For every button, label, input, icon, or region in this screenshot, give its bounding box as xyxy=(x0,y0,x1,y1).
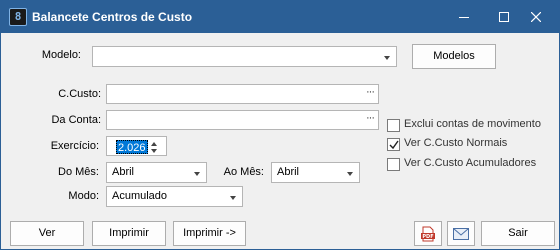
imprimir-para-button[interactable]: Imprimir -> xyxy=(173,221,246,246)
app-icon: 8 xyxy=(9,8,27,26)
chevron-down-icon xyxy=(230,196,236,200)
modelos-button[interactable]: Modelos xyxy=(412,44,496,69)
checkbox-box[interactable] xyxy=(387,138,400,151)
ao-mes-dropdown[interactable]: Abril xyxy=(271,162,360,183)
pdf-button[interactable]: PDF xyxy=(414,221,442,246)
da-conta-lookup-icon[interactable]: ··· xyxy=(366,112,375,124)
ccusto-field[interactable]: ··· xyxy=(106,84,379,104)
imprimir-button[interactable]: Imprimir xyxy=(92,221,166,246)
modo-value: Acumulado xyxy=(112,190,168,202)
ver-ccusto-acumuladores-label: Ver C.Custo Acumuladores xyxy=(404,157,537,169)
envelope-icon xyxy=(453,228,469,240)
modelo-dropdown[interactable] xyxy=(92,46,397,67)
pdf-icon: PDF xyxy=(421,226,435,242)
spin-down-icon[interactable] xyxy=(151,149,157,153)
ao-mes-label: Ao Mês: xyxy=(223,166,264,178)
exclui-contas-label: Exclui contas de movimento xyxy=(404,118,541,130)
do-mes-value: Abril xyxy=(112,166,135,178)
exclui-contas-checkbox[interactable]: Exclui contas de movimento xyxy=(387,118,557,134)
ao-mes-value: Abril xyxy=(277,166,300,178)
ver-ccusto-normais-checkbox[interactable]: Ver C.Custo Normais xyxy=(387,137,557,153)
maximize-icon xyxy=(499,12,509,22)
checkmark-icon xyxy=(389,140,399,150)
ver-button[interactable]: Ver xyxy=(10,221,84,246)
close-button[interactable] xyxy=(514,1,559,33)
chevron-down-icon xyxy=(194,172,200,176)
title-bar[interactable]: 8 Balancete Centros de Custo xyxy=(1,1,559,33)
exercicio-spinner[interactable]: 2.026 xyxy=(106,136,167,156)
ccusto-label: C.Custo: xyxy=(58,88,101,100)
close-icon xyxy=(531,12,541,22)
do-mes-dropdown[interactable]: Abril xyxy=(106,162,207,183)
balancete-window: 8 Balancete Centros de Custo Modelo: Mod… xyxy=(0,0,560,250)
ccusto-lookup-icon[interactable]: ··· xyxy=(366,86,375,98)
ver-ccusto-acumuladores-checkbox[interactable]: Ver C.Custo Acumuladores xyxy=(387,157,557,173)
modelo-label: Modelo: xyxy=(41,49,81,61)
exercicio-value[interactable]: 2.026 xyxy=(116,140,148,154)
svg-text:PDF: PDF xyxy=(422,234,433,240)
minimize-button[interactable] xyxy=(441,1,486,33)
chevron-down-icon xyxy=(347,172,353,176)
email-button[interactable] xyxy=(447,221,475,246)
spin-up-icon[interactable] xyxy=(151,142,157,146)
exercicio-label: Exercício: xyxy=(50,140,99,152)
modo-dropdown[interactable]: Acumulado xyxy=(106,186,243,207)
da-conta-field[interactable]: ··· xyxy=(106,110,379,130)
window-title: Balancete Centros de Custo xyxy=(32,10,193,24)
minimize-icon xyxy=(459,17,469,18)
checkbox-box[interactable] xyxy=(387,158,400,171)
ver-ccusto-normais-label: Ver C.Custo Normais xyxy=(404,137,508,149)
modo-label: Modo: xyxy=(68,190,99,202)
sair-button[interactable]: Sair xyxy=(481,221,555,246)
do-mes-label: Do Mês: xyxy=(58,166,99,178)
da-conta-label: Da Conta: xyxy=(51,114,101,126)
chevron-down-icon xyxy=(384,56,390,60)
checkbox-box[interactable] xyxy=(387,119,400,132)
